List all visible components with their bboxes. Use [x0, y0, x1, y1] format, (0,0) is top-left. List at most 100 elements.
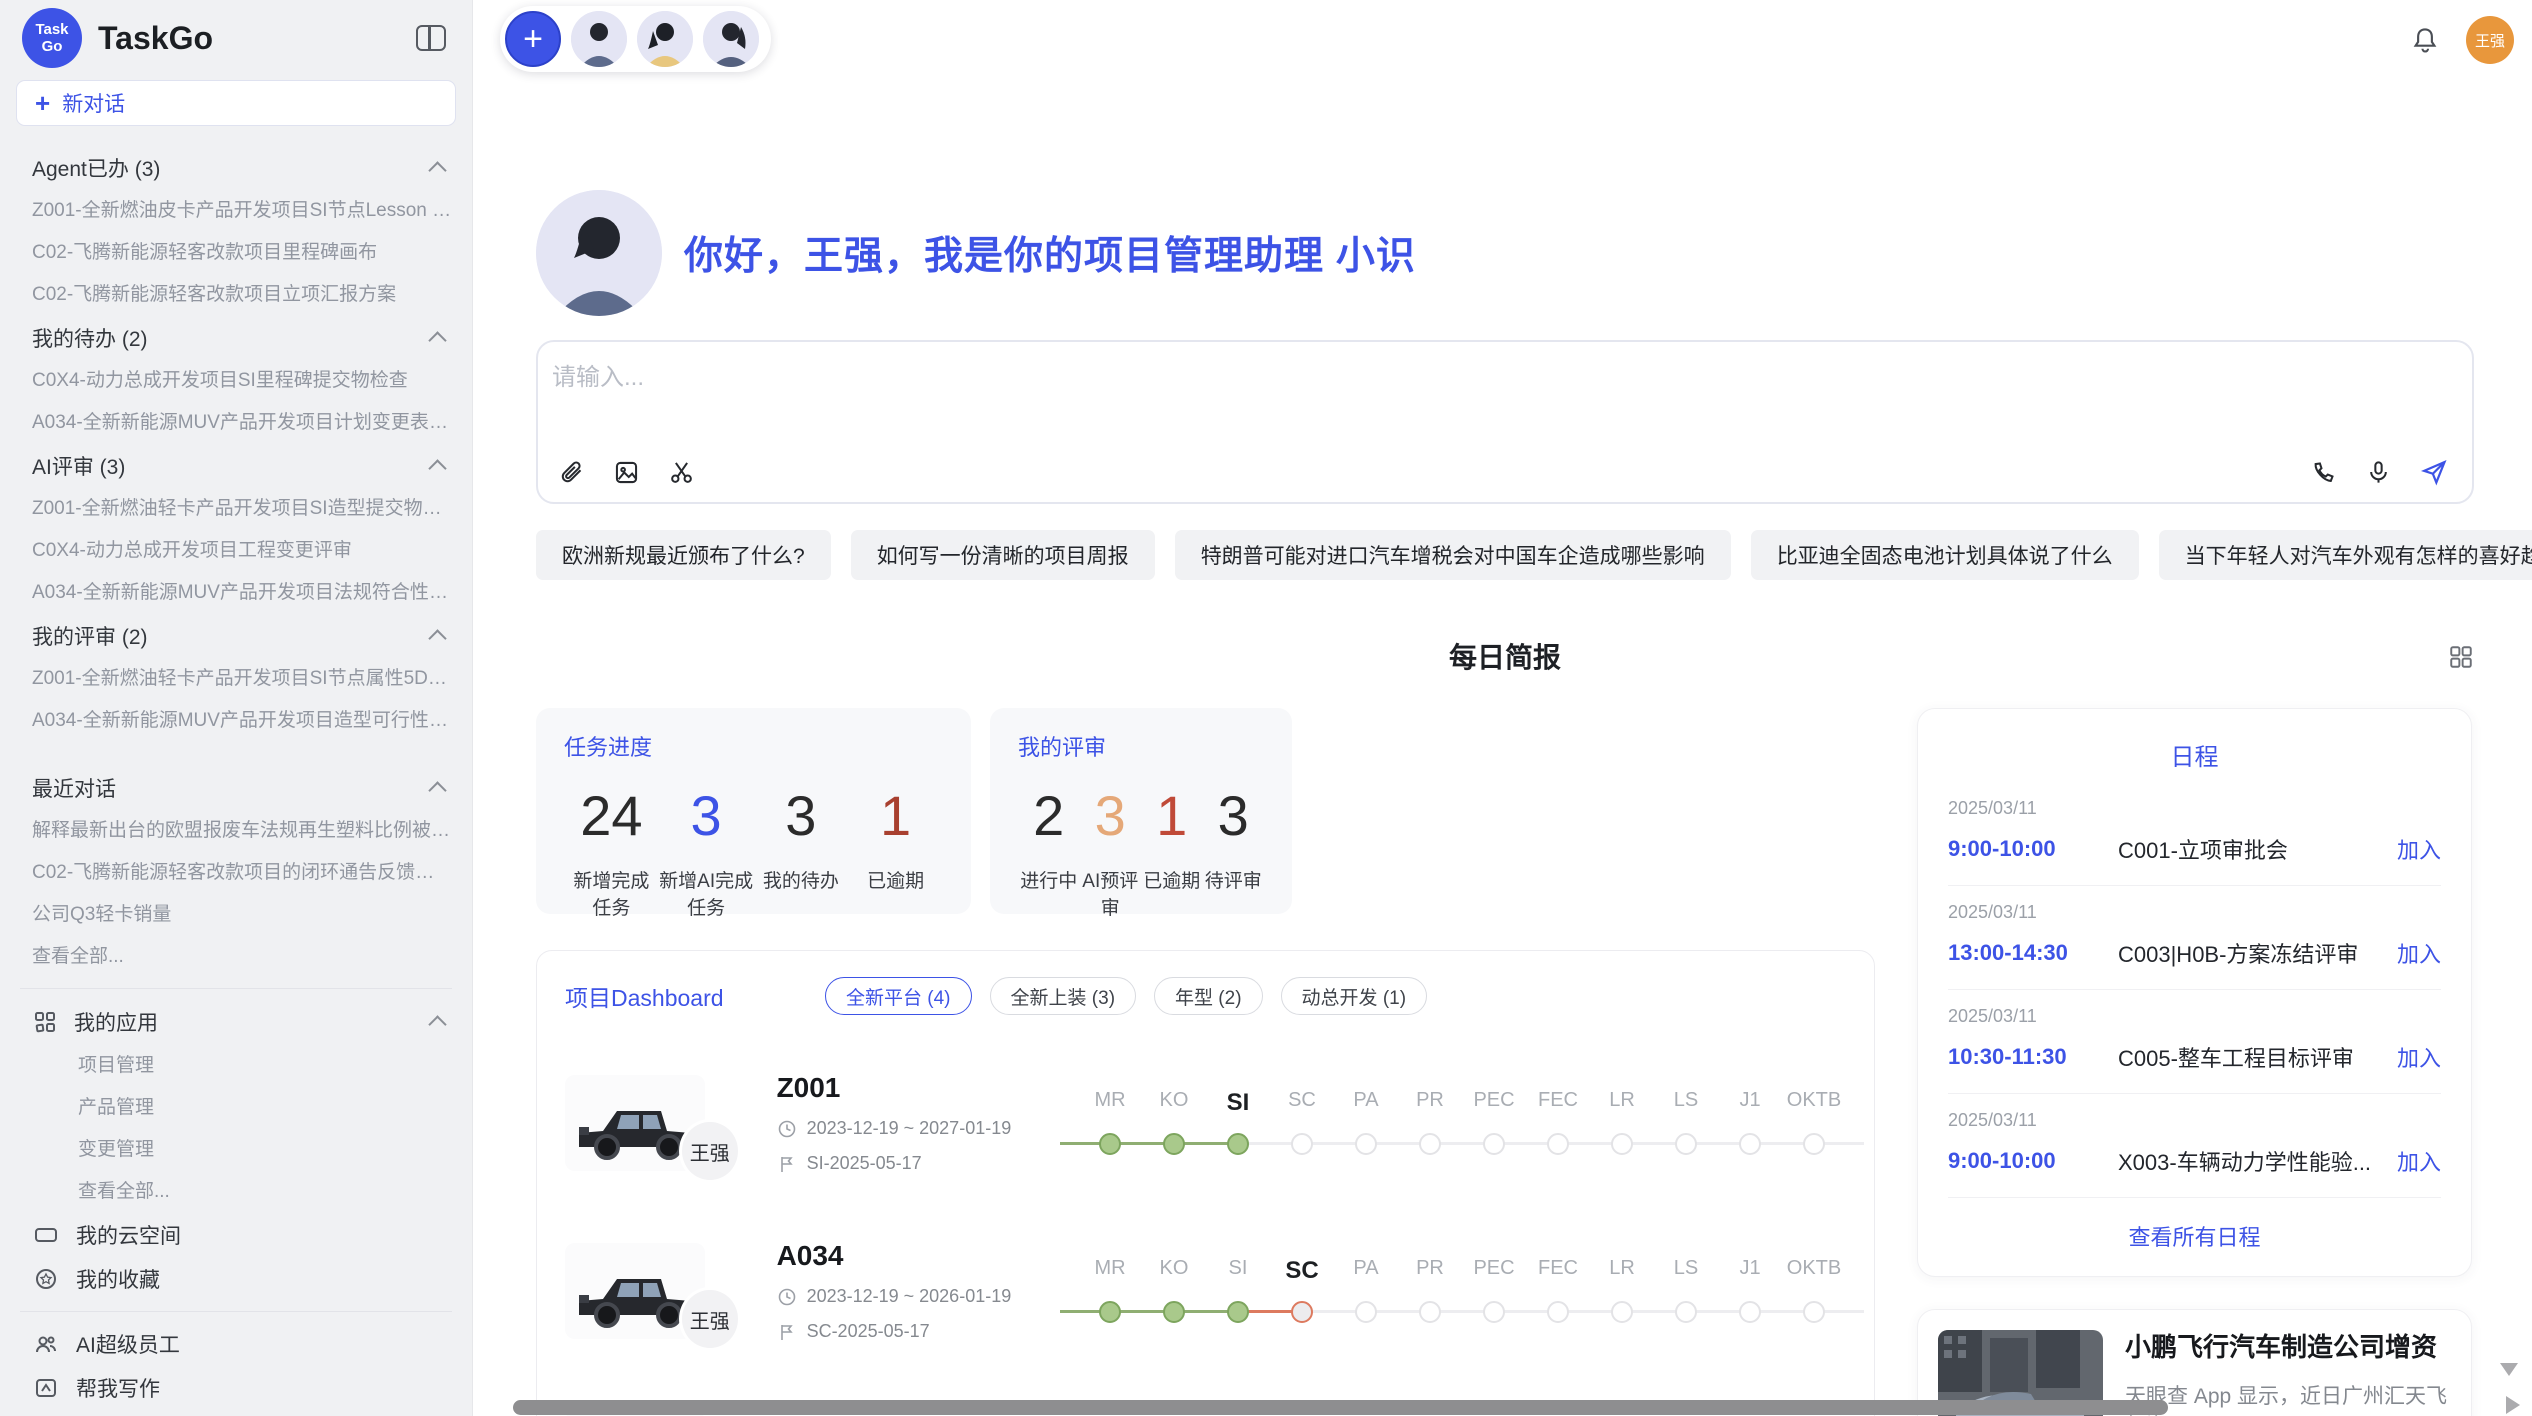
scroll-down-icon[interactable] — [2500, 1363, 2518, 1376]
sidebar-item-drawing[interactable]: 创意制图 — [0, 1410, 472, 1416]
app-item[interactable]: 产品管理 — [0, 1087, 472, 1129]
add-agent-button[interactable]: + — [505, 11, 561, 67]
project-row[interactable]: 王强 A034 2023-12-19 ~ 2026-01-19 — [565, 1231, 1846, 1351]
milestone-dot[interactable] — [1227, 1133, 1249, 1155]
dashboard-filter-tab[interactable]: 全新平台 (4) — [825, 977, 972, 1015]
schedule-event: 2025/03/11 13:00-14:30 C003|H0B-方案冻结评审 加… — [1948, 886, 2441, 990]
recent-chat-item[interactable]: 公司Q3轻卡销量 — [0, 894, 472, 936]
my-apps-header[interactable]: 我的应用 — [0, 999, 472, 1045]
sidebar-item[interactable]: A034-全新新能源MUV产品开发项目造型可行性评审 — [0, 700, 472, 742]
input-tools-right — [2310, 458, 2448, 486]
sidebar-item[interactable]: Z001-全新燃油轻卡产品开发项目SI节点属性5D文件评审 — [0, 658, 472, 700]
suggestion-chip[interactable]: 欧洲新规最近颁布了什么? — [536, 530, 831, 580]
app-item[interactable]: 变更管理 — [0, 1129, 472, 1171]
milestone-dot[interactable] — [1675, 1301, 1697, 1323]
new-chat-button[interactable]: + 新对话 — [16, 80, 456, 126]
milestone-dot[interactable] — [1483, 1133, 1505, 1155]
milestone-dot[interactable] — [1483, 1301, 1505, 1323]
sidebar-item[interactable]: C0X4-动力总成开发项目SI里程碑提交物检查 — [0, 360, 472, 402]
horizontal-scrollbar[interactable] — [513, 1400, 2168, 1415]
milestone-dot[interactable] — [1355, 1301, 1377, 1323]
scissors-icon[interactable] — [668, 459, 695, 486]
suggestion-chip[interactable]: 比亚迪全固态电池计划具体说了什么 — [1751, 530, 2139, 580]
image-icon[interactable] — [613, 459, 640, 486]
suggestion-chip[interactable]: 当下年轻人对汽车外观有怎样的喜好趋势 — [2159, 530, 2532, 580]
sidebar-section-header[interactable]: 我的评审 (2) — [0, 614, 472, 658]
dashboard-filter-tab[interactable]: 年型 (2) — [1154, 977, 1263, 1015]
milestone-dot[interactable] — [1803, 1133, 1825, 1155]
milestone-dot[interactable] — [1163, 1133, 1185, 1155]
chevron-up-icon[interactable] — [428, 781, 446, 799]
chevron-up-icon[interactable] — [428, 331, 446, 349]
milestone-label: SC — [1270, 1257, 1334, 1285]
sidebar-item[interactable]: C02-飞腾新能源轻客改款项目里程碑画布 — [0, 232, 472, 274]
microphone-icon[interactable] — [2365, 459, 2392, 486]
milestone-dot[interactable] — [1547, 1301, 1569, 1323]
project-row[interactable]: 王强 Z001 2023-12-19 ~ 2027-01-19 — [565, 1063, 1846, 1183]
sidebar-item[interactable]: A034-全新新能源MUV产品开发项目计划变更表编写 — [0, 402, 472, 444]
milestone-dot[interactable] — [1163, 1301, 1185, 1323]
agent-avatar-1[interactable] — [571, 11, 627, 67]
event-join-button[interactable]: 加入 — [2397, 833, 2441, 865]
schedule-title: 日程 — [1948, 737, 2441, 772]
attachment-icon[interactable] — [558, 459, 585, 486]
recent-chat-item[interactable]: 查看全部... — [0, 936, 472, 978]
project-dashboard-card: 项目Dashboard 全新平台 (4)全新上装 (3)年型 (2)动总开发 (… — [536, 950, 1875, 1416]
sidebar-item[interactable]: C02-飞腾新能源轻客改款项目立项汇报方案 — [0, 274, 472, 316]
milestone-dot[interactable] — [1611, 1133, 1633, 1155]
recent-chat-item[interactable]: 解释最新出台的欧盟报废车法规再生塑料比例被调至15%... — [0, 810, 472, 852]
chevron-up-icon[interactable] — [428, 459, 446, 477]
milestone-dot[interactable] — [1419, 1133, 1441, 1155]
sidebar-item[interactable]: Z001-全新燃油皮卡产品开发项目SI节点Lesson Learn报告 — [0, 190, 472, 232]
recent-chat-item[interactable]: C02-飞腾新能源轻客改款项目的闭环通告反馈情况 — [0, 852, 472, 894]
milestone-dot[interactable] — [1355, 1133, 1377, 1155]
sidebar-section-header[interactable]: AI评审 (3) — [0, 444, 472, 488]
suggestion-chip[interactable]: 特朗普可能对进口汽车增税会对中国车企造成哪些影响 — [1175, 530, 1731, 580]
milestone-dot[interactable] — [1803, 1301, 1825, 1323]
milestone-dot[interactable] — [1419, 1301, 1441, 1323]
app-item[interactable]: 项目管理 — [0, 1045, 472, 1087]
user-avatar[interactable]: 王强 — [2466, 16, 2514, 64]
agent-avatar-3[interactable] — [703, 11, 759, 67]
sidebar-item[interactable]: A034-全新新能源MUV产品开发项目法规符合性评审 — [0, 572, 472, 614]
sidebar-item[interactable]: C0X4-动力总成开发项目工程变更评审 — [0, 530, 472, 572]
sidebar-item-favorites[interactable]: 我的收藏 — [0, 1257, 472, 1301]
milestone-label: OKTB — [1782, 1257, 1846, 1285]
dashboard-filter-tab[interactable]: 全新上装 (3) — [990, 977, 1137, 1015]
send-icon[interactable] — [2420, 458, 2448, 486]
sidebar-section-header[interactable]: Agent已办 (3) — [0, 146, 472, 190]
layout-grid-icon[interactable] — [2448, 644, 2474, 670]
milestone-dot[interactable] — [1227, 1301, 1249, 1323]
event-join-button[interactable]: 加入 — [2397, 1041, 2441, 1073]
sidebar-item-cloud[interactable]: 我的云空间 — [0, 1213, 472, 1257]
milestone-dot[interactable] — [1611, 1301, 1633, 1323]
scroll-right-icon[interactable] — [2506, 1396, 2520, 1414]
chevron-up-icon[interactable] — [428, 1015, 446, 1033]
milestone-dot[interactable] — [1099, 1301, 1121, 1323]
milestone-dot[interactable] — [1675, 1133, 1697, 1155]
milestone-dot[interactable] — [1547, 1133, 1569, 1155]
milestone-dot[interactable] — [1291, 1133, 1313, 1155]
chat-input[interactable] — [552, 356, 2452, 400]
dashboard-filter-tab[interactable]: 动总开发 (1) — [1281, 977, 1428, 1015]
collapse-sidebar-icon[interactable] — [416, 25, 446, 51]
sidebar-item-writing[interactable]: 帮我写作 — [0, 1366, 472, 1410]
milestone-dot[interactable] — [1099, 1133, 1121, 1155]
sidebar-section-header[interactable]: 我的待办 (2) — [0, 316, 472, 360]
view-all-schedule-link[interactable]: 查看所有日程 — [1948, 1198, 2441, 1258]
suggestion-chip[interactable]: 如何写一份清晰的项目周报 — [851, 530, 1155, 580]
event-join-button[interactable]: 加入 — [2397, 1145, 2441, 1177]
notification-bell-icon[interactable] — [2410, 25, 2440, 55]
milestone-dot[interactable] — [1291, 1301, 1313, 1323]
app-item[interactable]: 查看全部... — [0, 1171, 472, 1213]
chevron-up-icon[interactable] — [428, 161, 446, 179]
sidebar-item[interactable]: Z001-全新燃油轻卡产品开发项目SI造型提交物评审 — [0, 488, 472, 530]
agent-avatar-2[interactable] — [637, 11, 693, 67]
milestone-dot[interactable] — [1739, 1301, 1761, 1323]
recent-chats-header[interactable]: 最近对话 — [0, 766, 472, 810]
sidebar-item-ai-staff[interactable]: AI超级员工 — [0, 1322, 472, 1366]
milestone-dot[interactable] — [1739, 1133, 1761, 1155]
phone-icon[interactable] — [2310, 459, 2337, 486]
event-join-button[interactable]: 加入 — [2397, 937, 2441, 969]
chevron-up-icon[interactable] — [428, 629, 446, 647]
